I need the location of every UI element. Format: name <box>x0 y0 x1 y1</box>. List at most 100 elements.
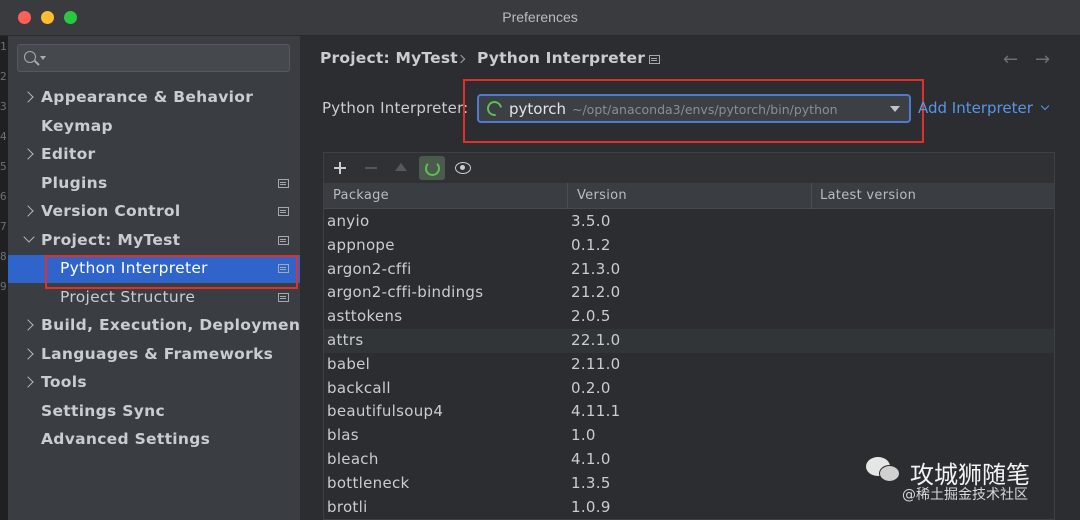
table-row[interactable]: attrs 22.1.0 <box>324 329 1054 353</box>
package-name-cell: argon2-cffi <box>327 259 412 278</box>
breadcrumb-project[interactable]: Project: MyTest <box>320 49 458 67</box>
gutter-line-number: 8 <box>0 250 7 263</box>
sidebar-item-settings-sync[interactable]: Settings Sync <box>8 398 300 426</box>
sidebar-item-project-mytest[interactable]: Project: MyTest <box>8 227 300 255</box>
table-row[interactable]: asttokens 2.0.5 <box>324 305 1054 329</box>
sidebar-item-tools[interactable]: Tools <box>8 369 300 397</box>
sidebar-item-advanced-settings[interactable]: Advanced Settings <box>8 426 300 454</box>
column-header-latest-version[interactable]: Latest version <box>820 188 916 203</box>
package-version-cell: 2.11.0 <box>571 354 621 373</box>
sidebar-item-label: Project: MyTest <box>41 230 181 249</box>
chevron-right-icon[interactable] <box>22 319 34 331</box>
editor-gutter-strip: 1 2 3 4 5 6 7 8 9 <box>0 36 8 520</box>
packages-toolbar <box>324 153 1054 183</box>
gutter-line-number: 5 <box>0 160 7 173</box>
sidebar-item-label: Languages & Frameworks <box>41 344 274 363</box>
package-version-cell: 4.11.1 <box>571 402 621 421</box>
search-history-caret-icon[interactable] <box>40 56 46 60</box>
package-version-cell: 2.0.5 <box>571 307 611 326</box>
table-row[interactable]: babel 2.11.0 <box>324 353 1054 377</box>
breadcrumb-separator-icon <box>456 54 466 64</box>
chevron-down-icon[interactable] <box>23 230 35 243</box>
gutter-line-number: 6 <box>0 190 7 203</box>
gutter-line-number: 1 <box>0 40 7 53</box>
package-version-cell: 1.3.5 <box>571 473 611 492</box>
settings-search-input[interactable] <box>50 48 280 68</box>
wechat-logo-icon <box>866 457 902 485</box>
table-row[interactable]: appnope 0.1.2 <box>324 234 1054 258</box>
gutter-line-number: 9 <box>0 280 7 293</box>
package-name-cell: bleach <box>327 450 379 468</box>
package-name-cell: bottleneck <box>327 473 410 492</box>
refresh-packages-icon[interactable] <box>419 156 445 180</box>
gutter-line-number: 3 <box>0 100 7 113</box>
table-row[interactable]: anyio 3.5.0 <box>324 210 1054 234</box>
chevron-right-icon[interactable] <box>22 376 34 388</box>
uninstall-package-minus-icon[interactable] <box>358 153 384 183</box>
sidebar-item-label: Project Structure <box>60 287 196 306</box>
window-title: Preferences <box>502 9 578 25</box>
column-divider[interactable] <box>811 183 812 209</box>
add-interpreter-chevron-icon[interactable] <box>1040 101 1050 111</box>
package-name-cell: asttokens <box>327 307 403 326</box>
sidebar-item-label: Settings Sync <box>41 401 165 420</box>
package-name-cell: attrs <box>327 331 364 349</box>
sidebar-item-label: Advanced Settings <box>41 430 211 448</box>
settings-search-box[interactable] <box>17 44 290 72</box>
table-row[interactable]: backcall 0.2.0 <box>324 377 1054 401</box>
project-scope-icon <box>278 235 289 245</box>
add-interpreter-link[interactable]: Add Interpreter <box>918 99 1033 117</box>
chevron-right-icon[interactable] <box>22 148 34 160</box>
project-scope-icon <box>278 292 289 302</box>
sidebar-item-build-execution-deployment[interactable]: Build, Execution, Deployment <box>8 312 308 340</box>
sidebar-item-languages-frameworks[interactable]: Languages & Frameworks <box>8 341 300 369</box>
back-arrow-icon[interactable]: ← <box>1003 49 1018 70</box>
show-early-releases-eye-icon[interactable] <box>450 153 476 183</box>
forward-arrow-icon[interactable]: → <box>1035 49 1050 70</box>
search-icon <box>24 51 36 63</box>
package-version-cell: 22.1.0 <box>571 331 621 349</box>
column-header-version[interactable]: Version <box>577 188 627 203</box>
chevron-right-icon[interactable] <box>22 347 34 360</box>
gutter-line-number: 4 <box>0 130 7 143</box>
sidebar-item-label: Appearance & Behavior <box>41 88 254 106</box>
table-row[interactable]: argon2-cffi 21.3.0 <box>324 258 1054 282</box>
column-divider[interactable] <box>567 183 568 209</box>
package-version-cell: 0.2.0 <box>571 378 611 397</box>
package-name-cell: appnope <box>327 235 395 254</box>
selection-highlight-box <box>45 255 298 289</box>
sidebar-item-label: Keymap <box>41 116 113 135</box>
sidebar-item-appearance-behavior[interactable]: Appearance & Behavior <box>8 84 300 112</box>
sidebar-item-label: Editor <box>41 145 96 163</box>
sidebar-item-label: Build, Execution, Deployment <box>41 316 308 334</box>
sidebar-item-label: Plugins <box>41 173 108 192</box>
package-name-cell: babel <box>327 354 371 373</box>
table-row[interactable]: argon2-cffi-bindings 21.2.0 <box>324 281 1054 305</box>
package-version-cell: 0.1.2 <box>571 235 611 254</box>
settings-sidebar: Appearance & Behavior Keymap Editor Plugins… <box>8 36 308 520</box>
package-version-cell: 4.1.0 <box>571 450 611 468</box>
project-scope-icon <box>649 55 660 64</box>
package-version-cell: 21.3.0 <box>571 259 621 278</box>
sidebar-item-editor[interactable]: Editor <box>8 141 300 169</box>
chevron-right-icon[interactable] <box>22 91 34 103</box>
table-row[interactable]: beautifulsoup4 4.11.1 <box>324 400 1054 424</box>
column-header-package[interactable]: Package <box>333 188 389 203</box>
project-scope-icon <box>278 207 289 216</box>
sidebar-item-keymap[interactable]: Keymap <box>8 113 300 141</box>
package-name-cell: backcall <box>327 378 391 397</box>
title-bar: Preferences <box>0 0 1080 36</box>
packages-table-header: Package Version Latest version <box>324 183 1054 209</box>
package-version-cell: 1.0.9 <box>571 497 611 516</box>
sidebar-item-label: Version Control <box>41 202 181 220</box>
package-name-cell: brotli <box>327 497 368 516</box>
sidebar-item-version-control[interactable]: Version Control <box>8 198 300 226</box>
gutter-line-number: 7 <box>0 220 7 233</box>
install-package-plus-icon[interactable] <box>327 153 353 183</box>
settings-content: Project: MyTest Python Interpreter ← → P… <box>300 36 1080 520</box>
sidebar-item-plugins[interactable]: Plugins <box>8 170 300 198</box>
table-row[interactable]: blas 1.0 <box>324 424 1054 448</box>
upgrade-package-up-icon[interactable] <box>388 153 414 183</box>
package-name-cell: blas <box>327 426 359 445</box>
chevron-right-icon[interactable] <box>22 205 34 217</box>
